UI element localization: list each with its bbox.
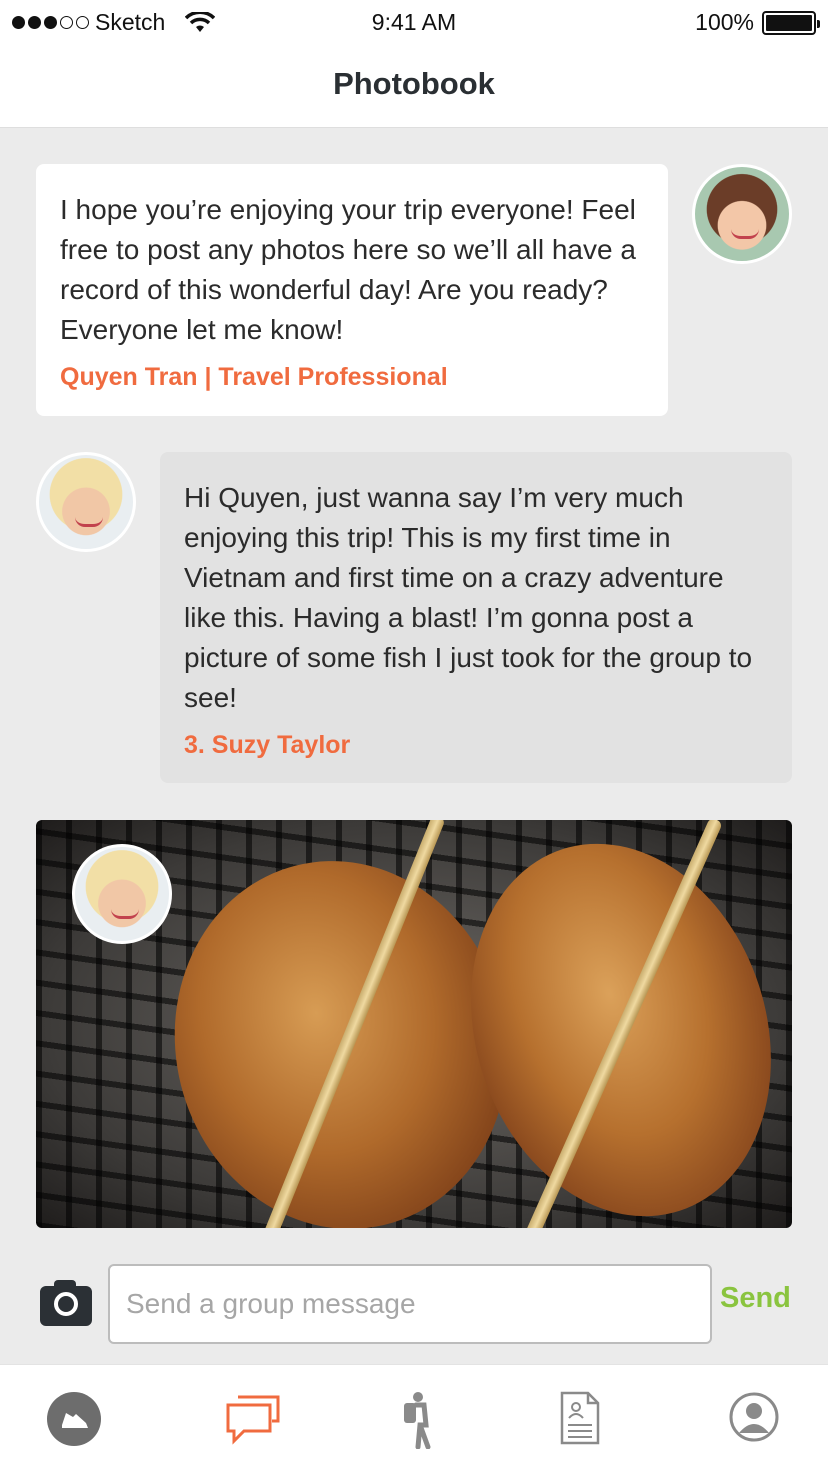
hiker-icon: [404, 1392, 431, 1450]
tab-chat[interactable]: [224, 1391, 284, 1451]
chat-icon: [226, 1395, 280, 1445]
camera-icon[interactable]: [40, 1278, 92, 1326]
tab-profile[interactable]: [728, 1391, 788, 1451]
battery-icon: [762, 10, 820, 35]
message-author: Quyen Tran | Travel Professional: [60, 363, 448, 391]
message-author: 3. Suzy Taylor: [184, 731, 351, 759]
battery-percent: 100%: [695, 9, 754, 35]
profile-icon: [729, 1392, 779, 1442]
send-button[interactable]: Send: [720, 1282, 791, 1315]
status-bar: Sketch 9:41 AM 100%: [0, 0, 828, 44]
tab-activities[interactable]: [46, 1391, 106, 1451]
avatar-suzy-photo[interactable]: [72, 844, 172, 944]
navigation-bar: Photobook: [0, 44, 828, 128]
shoe-icon: [47, 1392, 101, 1446]
battery-status: 100%: [695, 9, 820, 36]
group-message-input[interactable]: [108, 1264, 712, 1344]
tab-trips[interactable]: [396, 1391, 456, 1451]
fish-right: [424, 820, 792, 1228]
document-icon: [560, 1391, 600, 1445]
message-text: I hope you’re enjoying your trip everyon…: [60, 194, 636, 345]
tab-documents[interactable]: [560, 1391, 620, 1451]
message-bubble-guide: I hope you’re enjoying your trip everyon…: [36, 164, 668, 416]
tab-bar: [0, 1364, 828, 1472]
message-text: Hi Quyen, just wanna say I’m very much e…: [184, 482, 753, 713]
message-bubble-suzy: Hi Quyen, just wanna say I’m very much e…: [160, 452, 792, 783]
page-title: Photobook: [333, 66, 495, 101]
avatar-quyen[interactable]: [692, 164, 792, 264]
avatar-suzy[interactable]: [36, 452, 136, 552]
